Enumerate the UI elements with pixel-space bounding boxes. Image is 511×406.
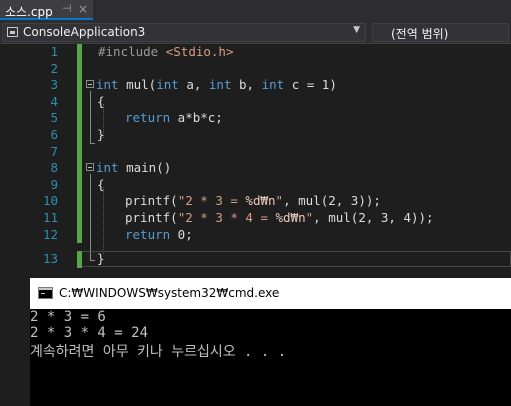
console-output[interactable]: 2 * 3 = 6 2 * 3 * 4 = 24 계속하려면 아무 키나 누르십…: [30, 309, 511, 406]
change-indicator: [77, 210, 82, 227]
expression: 0;: [170, 226, 193, 242]
line-content: return a*b*c;: [125, 110, 223, 127]
keyword: int: [96, 77, 119, 93]
keyword: int: [156, 77, 179, 93]
change-indicator: [77, 160, 82, 177]
line-content: }: [97, 251, 105, 266]
console-line: 2 * 3 = 6: [30, 309, 106, 325]
change-indicator: [77, 60, 82, 78]
scope-label: (전역 범위): [391, 27, 449, 41]
code-line: 11 printf("2 * 3 * 4 = %d₩n", mul(2, 3, …: [0, 210, 511, 227]
string-literal: "2 * 3 =: [177, 193, 246, 209]
keyword: return: [125, 226, 171, 242]
string-literal: ": [275, 193, 284, 209]
line-content: printf("2 * 3 * 4 = %d₩n", mul(2, 3, 4))…: [125, 210, 434, 227]
change-indicator: [77, 176, 82, 194]
line-number: 2: [50, 60, 58, 76]
code-line: 9 {: [0, 176, 511, 194]
function-call: printf(: [125, 193, 178, 209]
keyword: return: [125, 110, 171, 126]
line-content: int mul(int a, int b, int c = 1): [96, 77, 337, 94]
code-line: 12 return 0;: [0, 226, 511, 244]
change-indicator: [77, 251, 82, 268]
line-content: {: [97, 176, 105, 192]
change-indicator: [77, 193, 82, 210]
change-indicator: [77, 77, 82, 94]
code-line: 13 }: [0, 251, 511, 268]
code-line: 2: [0, 60, 511, 78]
function-name: main(): [118, 160, 172, 176]
arguments: , mul(2, 3));: [283, 193, 381, 209]
function-call: printf(: [125, 210, 178, 225]
arguments: , mul(2, 3, 4));: [313, 210, 434, 225]
keyword: int: [208, 77, 232, 93]
scope-dropdown[interactable]: (전역 범위): [372, 23, 509, 42]
console-window[interactable]: C:₩WINDOWS₩system32₩cmd.exe 2 * 3 = 6 2 …: [30, 278, 511, 406]
cmd-icon: [38, 287, 53, 299]
code-line: 10 printf("2 * 3 = %d₩n", mul(2, 3));: [0, 193, 511, 210]
line-content: return 0;: [125, 227, 193, 244]
chevron-down-icon[interactable]: ▼: [353, 25, 360, 35]
line-content: }: [97, 127, 105, 142]
change-indicator: [77, 93, 82, 111]
code-line: 3 int mul(int a, int b, int c = 1): [0, 77, 511, 94]
navigation-bar: ConsoleApplication3 ▼ (전역 범위): [0, 22, 511, 44]
tab-source-cpp[interactable]: 소스.cpp ⊣ ×: [0, 0, 93, 20]
line-content: printf("2 * 3 = %d₩n", mul(2, 3));: [125, 193, 381, 210]
line-number: 7: [50, 143, 58, 159]
keyword: int: [261, 77, 285, 93]
console-title: C:₩WINDOWS₩system32₩cmd.exe: [59, 286, 280, 300]
line-number: 6: [50, 127, 58, 142]
line-number: 13: [42, 251, 58, 266]
change-indicator: [77, 226, 82, 244]
line-number: 12: [42, 226, 58, 242]
line-content: #include <Stdio.h>: [98, 44, 233, 61]
code-line: 5 return a*b*c;: [0, 110, 511, 127]
line-number: 3: [50, 77, 58, 93]
line-number: 10: [42, 193, 58, 209]
code-line: 1 #include <Stdio.h>: [0, 44, 511, 61]
document-tab-strip: 소스.cpp ⊣ ×: [0, 0, 511, 22]
parameter: c = 1): [284, 77, 337, 93]
line-number: 11: [42, 210, 58, 225]
include-header: <Stdio.h>: [165, 44, 234, 59]
code-line: 4 {: [0, 93, 511, 111]
string-literal: "2 * 3 * 4 =: [177, 210, 276, 225]
function-name: mul(: [126, 77, 157, 93]
code-line: 7: [0, 143, 511, 161]
collapse-icon[interactable]: [86, 80, 94, 89]
code-line: 6 }: [0, 127, 511, 144]
change-indicator: [77, 44, 82, 61]
format-specifier: %d₩n: [275, 210, 306, 225]
line-number: 8: [50, 160, 58, 176]
console-titlebar[interactable]: C:₩WINDOWS₩system32₩cmd.exe: [30, 278, 511, 309]
tab-label: 소스.cpp: [5, 5, 53, 19]
line-content: int main(): [96, 160, 171, 177]
preprocessor-directive: #include: [98, 44, 159, 59]
line-number: 4: [50, 93, 58, 109]
code-editor[interactable]: 1 #include <Stdio.h> 2 3 int mul(int a, …: [0, 44, 511, 278]
code-line: 8 int main(): [0, 160, 511, 177]
console-line: 2 * 3 * 4 = 24: [30, 325, 149, 341]
line-number: 1: [50, 44, 58, 59]
console-line: 계속하려면 아무 키나 누르십시오 . . .: [30, 344, 287, 360]
keyword: int: [96, 160, 119, 176]
pin-icon[interactable]: ⊣: [62, 2, 72, 15]
parameter: a,: [178, 77, 209, 93]
parameter: b,: [231, 77, 262, 93]
expression: a*b*c;: [170, 110, 223, 126]
format-specifier: %d₩n: [245, 193, 276, 209]
close-icon[interactable]: ×: [78, 2, 88, 16]
change-indicator: [77, 143, 82, 161]
line-number: 9: [50, 176, 58, 192]
line-number: 5: [50, 110, 58, 126]
project-dropdown[interactable]: ConsoleApplication3 ▼: [2, 23, 366, 42]
collapse-icon[interactable]: [86, 163, 94, 172]
project-label: ConsoleApplication3: [23, 25, 146, 39]
change-indicator: [77, 127, 82, 144]
change-indicator: [77, 110, 82, 127]
project-icon: [7, 27, 18, 37]
line-content: {: [97, 93, 105, 109]
